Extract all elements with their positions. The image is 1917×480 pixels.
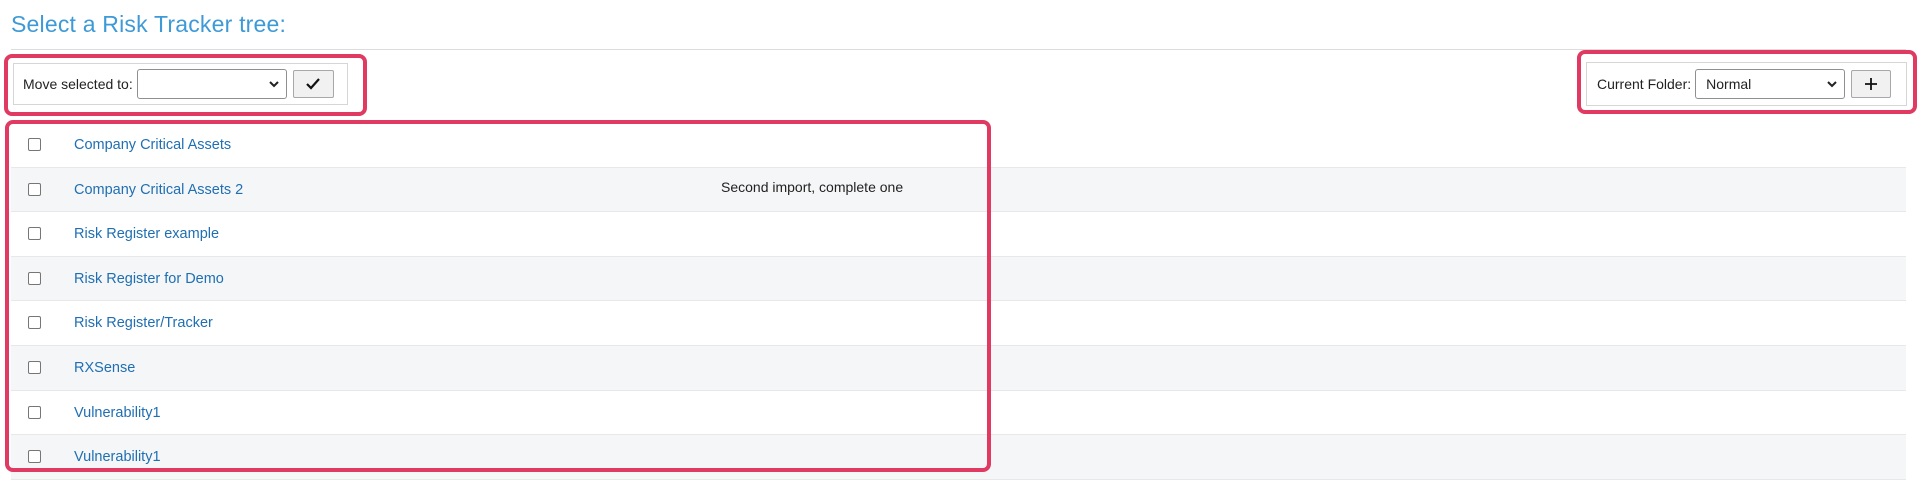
page-title: Select a Risk Tracker tree: [11, 11, 287, 37]
current-folder-select[interactable]: Normal [1695, 69, 1846, 99]
current-folder-value: Normal [1706, 76, 1752, 92]
chevron-down-icon [1827, 81, 1837, 88]
checkmark-icon [306, 78, 321, 90]
add-folder-button[interactable] [1851, 70, 1892, 98]
move-toolbar: Move selected to: [13, 63, 348, 105]
move-selected-label: Move selected to: [23, 76, 133, 92]
tree-list-highlight [5, 120, 991, 472]
chevron-down-icon [269, 81, 279, 88]
current-folder-label: Current Folder: [1597, 76, 1692, 92]
folder-toolbar: Current Folder: Normal [1586, 62, 1907, 106]
move-confirm-button[interactable] [292, 70, 334, 98]
plus-icon [1865, 78, 1878, 90]
move-destination-select[interactable] [136, 69, 287, 99]
